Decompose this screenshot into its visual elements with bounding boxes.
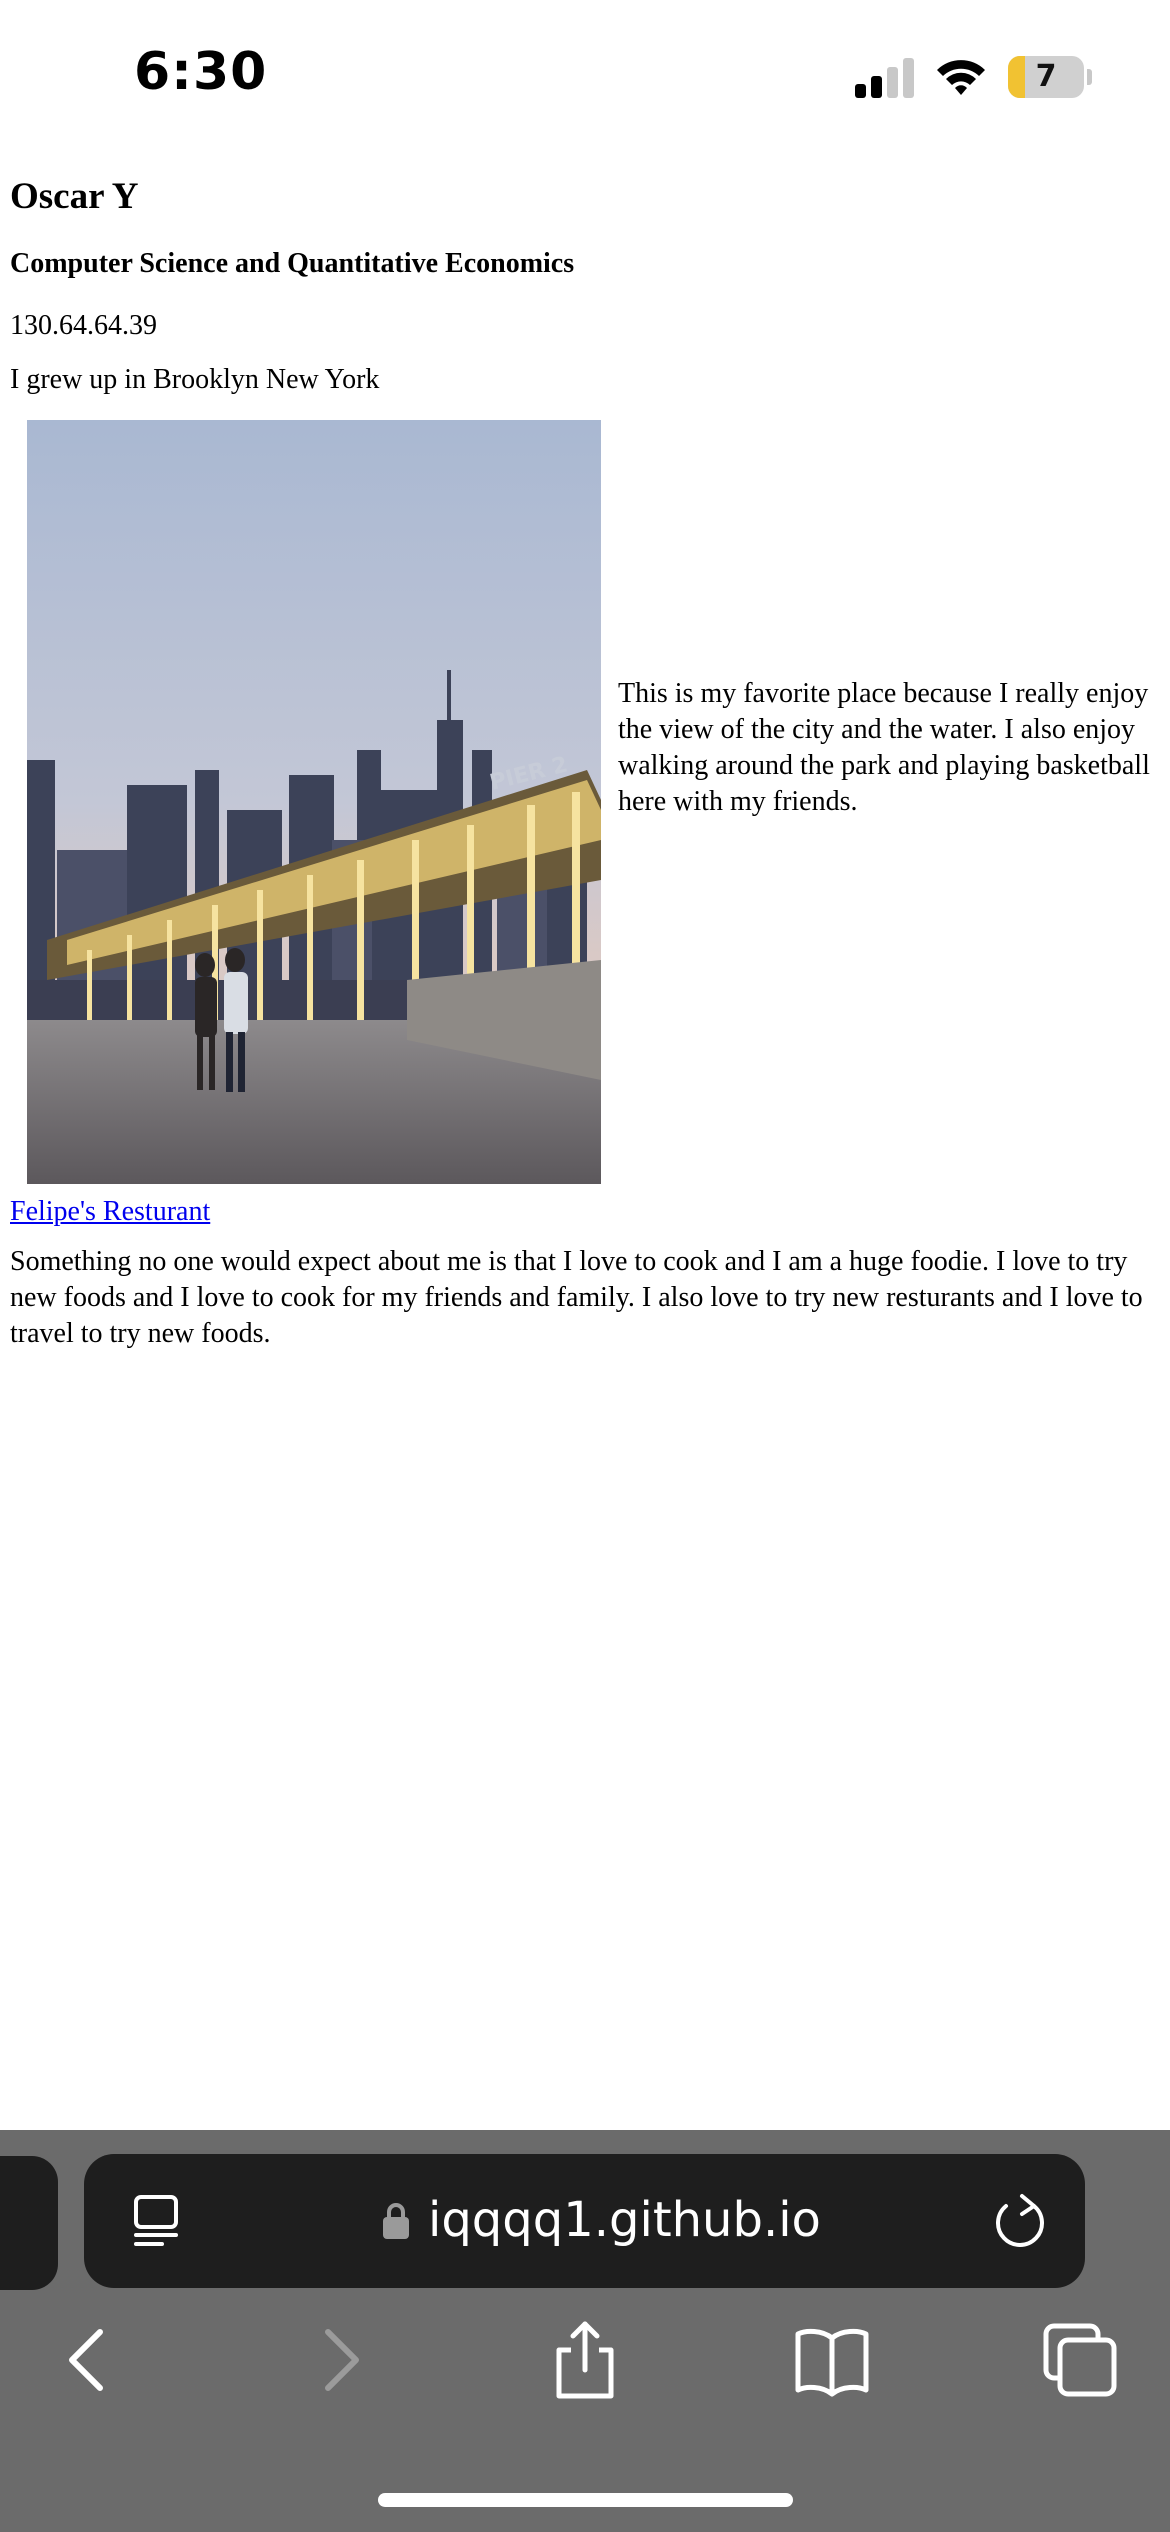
battery-cap [1087, 69, 1092, 85]
url-text[interactable]: iqqqq1.github.io [428, 2190, 821, 2250]
reader-mode-icon[interactable] [132, 2194, 180, 2248]
reload-icon[interactable] [992, 2192, 1048, 2250]
page-title: Oscar Y [10, 176, 139, 217]
battery-body: 7 [1008, 56, 1084, 98]
browser-toolbar: iqqqq1.github.io [0, 2130, 1170, 2532]
bookmarks-book-icon[interactable] [792, 2320, 872, 2400]
pier-photo-image: PIER 2 [27, 420, 601, 1184]
restaurant-link[interactable]: Felipe's Resturant [10, 1194, 210, 1230]
address-bar[interactable]: iqqqq1.github.io [84, 2154, 1085, 2288]
pier-photo: PIER 2 [27, 420, 601, 1184]
battery-level: 7 [1035, 59, 1057, 94]
cellular-signal-icon [855, 58, 914, 98]
favorite-place-row: PIER 2 This is my favorite place because… [10, 420, 1160, 1184]
previous-tab-edge[interactable] [0, 2156, 58, 2290]
major-heading: Computer Science and Quantitative Econom… [10, 248, 575, 279]
status-time: 6:30 [134, 42, 268, 102]
battery-icon: 7 [1008, 56, 1092, 98]
home-indicator[interactable] [378, 2493, 793, 2507]
lock-icon [383, 2203, 409, 2239]
ip-address: 130.64.64.39 [10, 310, 157, 341]
status-bar: 6:30 7 [0, 0, 1170, 150]
fun-fact-text: Something no one would expect about me i… [10, 1246, 1143, 1349]
favorite-place-text: This is my favorite place because I real… [618, 678, 1150, 817]
wifi-icon [937, 60, 985, 95]
forward-chevron-icon[interactable] [300, 2320, 380, 2400]
back-chevron-icon[interactable] [48, 2320, 128, 2400]
share-icon[interactable] [545, 2320, 625, 2400]
tabs-icon[interactable] [1040, 2320, 1120, 2400]
page-content: Oscar Y Computer Science and Quantitativ… [10, 160, 1160, 1352]
hometown-text: I grew up in Brooklyn New York [10, 364, 380, 395]
